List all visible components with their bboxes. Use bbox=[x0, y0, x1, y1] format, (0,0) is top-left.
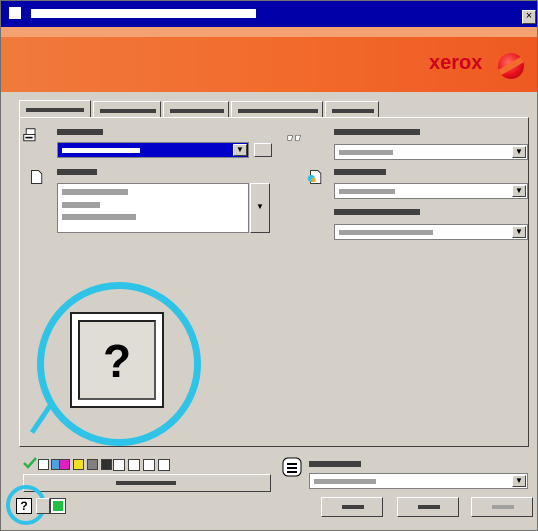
ok-button-label bbox=[342, 505, 364, 509]
layout-square-4[interactable] bbox=[158, 459, 170, 471]
swatch-gray[interactable] bbox=[87, 459, 98, 470]
help-key-label: ? bbox=[78, 320, 156, 400]
color-label bbox=[334, 169, 386, 175]
swatch-cyan[interactable] bbox=[38, 459, 49, 470]
cancel-button-label bbox=[418, 505, 440, 509]
paper-tray-icon bbox=[287, 135, 301, 141]
help-key-magnified: ? bbox=[70, 312, 164, 408]
layout-square-3[interactable] bbox=[143, 459, 155, 471]
tab-4-label bbox=[238, 109, 318, 113]
color-icon bbox=[307, 170, 322, 184]
chevron-down-icon[interactable]: ▼ bbox=[512, 475, 526, 487]
tab-1[interactable] bbox=[19, 100, 91, 118]
duplex-select[interactable]: ▼ bbox=[334, 224, 528, 240]
status-button[interactable] bbox=[23, 474, 271, 492]
job-list-item-2[interactable] bbox=[62, 202, 100, 208]
output-select[interactable]: ▼ bbox=[334, 144, 528, 160]
layout-square-2[interactable] bbox=[128, 459, 140, 471]
ok-button[interactable] bbox=[321, 497, 383, 517]
app-icon bbox=[9, 7, 21, 19]
output-label bbox=[334, 129, 420, 135]
paper-label bbox=[57, 129, 103, 135]
chevron-down-icon[interactable]: ▼ bbox=[512, 146, 526, 158]
green-status-icon[interactable] bbox=[50, 498, 66, 514]
info-button[interactable] bbox=[36, 498, 50, 514]
settings-select[interactable]: ▼ bbox=[309, 473, 528, 489]
cancel-button[interactable] bbox=[397, 497, 459, 517]
duplex-select-value bbox=[339, 230, 433, 235]
paper-extra-button[interactable] bbox=[254, 143, 272, 157]
close-button[interactable]: × bbox=[522, 10, 536, 24]
xerox-logo-icon bbox=[498, 53, 524, 79]
document-icon bbox=[31, 170, 43, 184]
paper-select[interactable]: ▼ bbox=[57, 142, 249, 158]
settings-select-value bbox=[314, 479, 376, 484]
chevron-down-icon[interactable]: ▼ bbox=[512, 185, 526, 197]
job-label bbox=[57, 169, 97, 175]
swatch-yellow[interactable] bbox=[73, 459, 84, 470]
tab-2[interactable] bbox=[93, 101, 161, 117]
settings-label bbox=[309, 461, 361, 467]
chevron-down-icon[interactable]: ▼ bbox=[512, 226, 526, 238]
apply-button-label bbox=[492, 505, 514, 509]
color-select[interactable]: ▼ bbox=[334, 183, 528, 199]
output-select-value bbox=[339, 150, 393, 155]
tab-4[interactable] bbox=[231, 101, 323, 117]
paper-select-value bbox=[62, 148, 140, 153]
help-button[interactable]: ? bbox=[16, 498, 32, 514]
banner-band bbox=[1, 27, 537, 37]
tab-3-label bbox=[170, 109, 224, 113]
paper-icon bbox=[23, 128, 36, 142]
duplex-label bbox=[334, 209, 420, 215]
check-icon bbox=[23, 457, 37, 469]
job-list-dropdown[interactable]: ▼ bbox=[250, 183, 270, 233]
job-list-item-1[interactable] bbox=[62, 189, 128, 195]
chevron-down-icon[interactable]: ▼ bbox=[233, 144, 247, 156]
color-select-value bbox=[339, 189, 395, 194]
tab-2-label bbox=[100, 109, 156, 113]
status-button-label bbox=[116, 481, 176, 485]
swatch-black[interactable] bbox=[101, 459, 112, 470]
tab-5[interactable] bbox=[325, 101, 379, 117]
printer-preferences-window: × xerox ▼ ▼ ▼ ▼ ▼ ? ▼ ? bbox=[0, 0, 538, 531]
job-list[interactable] bbox=[57, 183, 249, 233]
window-title bbox=[31, 9, 256, 18]
tab-1-label bbox=[26, 108, 84, 112]
title-bar: × bbox=[1, 1, 537, 27]
brand-logo-text: xerox bbox=[429, 52, 483, 74]
apply-button[interactable] bbox=[471, 497, 533, 517]
swatch-magenta-2[interactable] bbox=[59, 459, 70, 470]
layout-square-1[interactable] bbox=[113, 459, 125, 471]
tab-5-label bbox=[332, 109, 374, 113]
job-list-item-3[interactable] bbox=[62, 214, 136, 220]
tab-3[interactable] bbox=[163, 101, 229, 117]
layout-icon bbox=[282, 457, 302, 477]
